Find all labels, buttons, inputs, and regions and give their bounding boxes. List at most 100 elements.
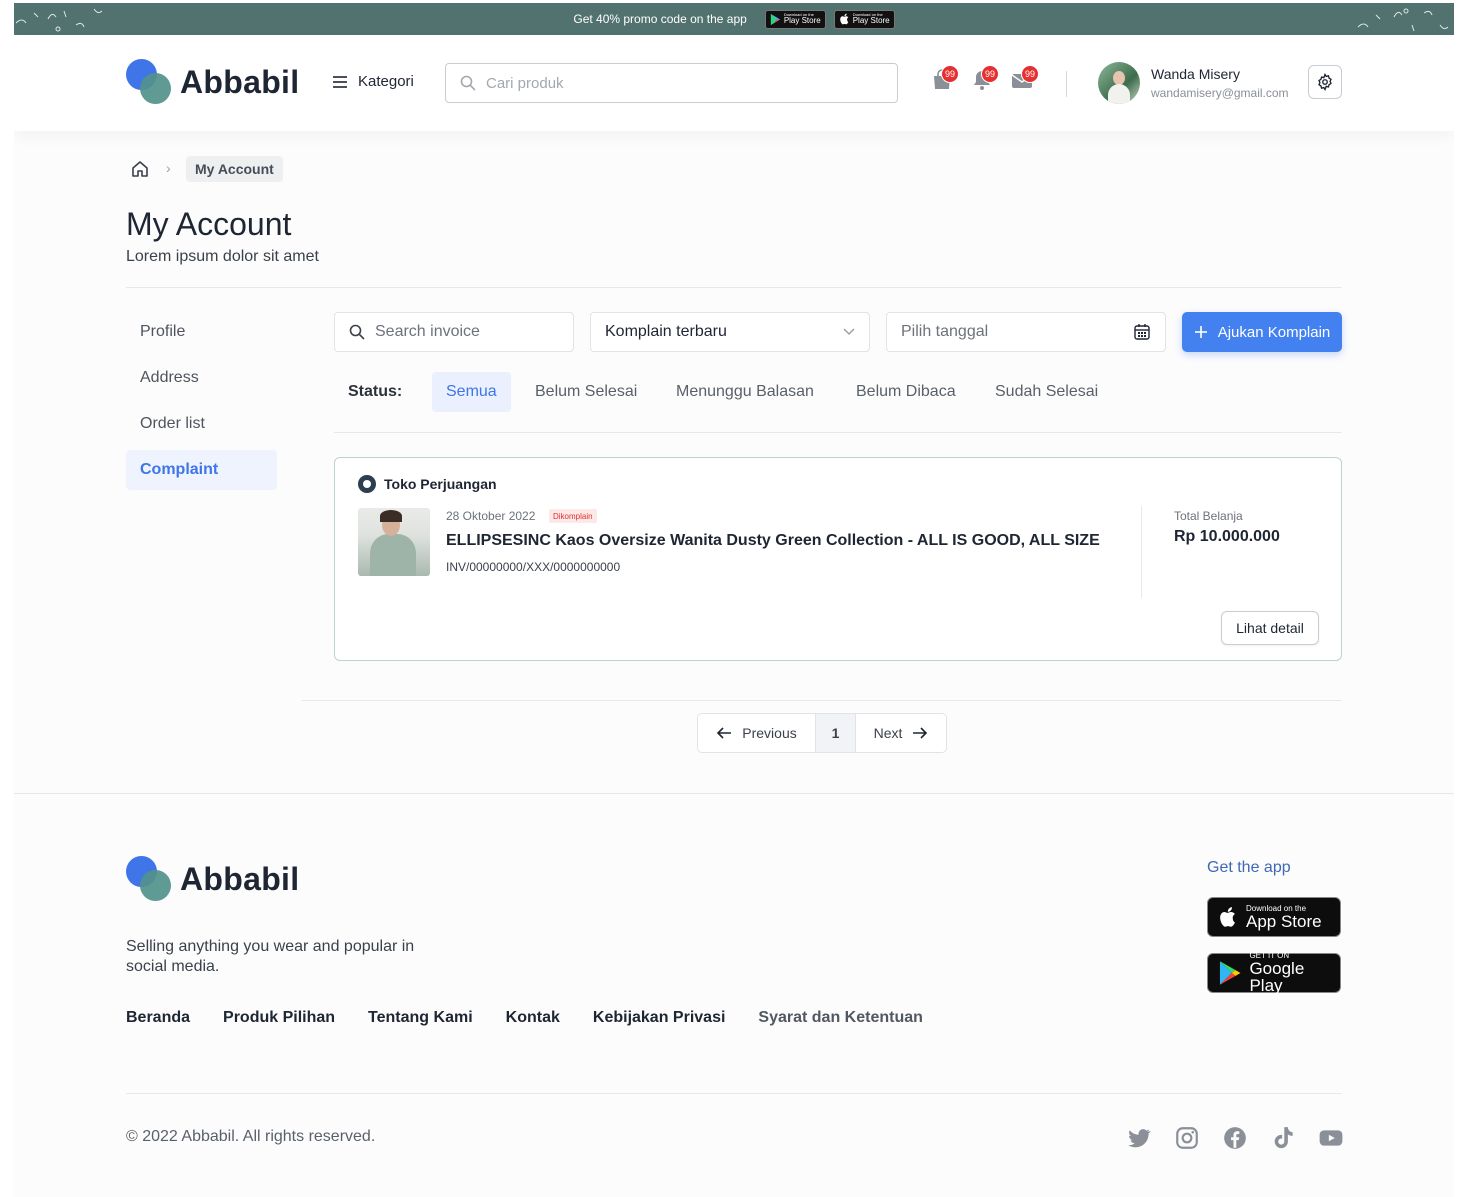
user-name: Wanda Misery [1151,66,1240,82]
footer-link-tentang-kami[interactable]: Tentang Kami [368,1009,473,1027]
product-name[interactable]: ELLIPSESINC Kaos Oversize Wanita Dusty G… [446,532,1100,550]
divider [302,700,1342,701]
complaint-card: Toko Perjuangan 28 Oktober 2022 Dikompla… [334,457,1342,661]
product-image[interactable] [358,508,430,576]
page: Get 40% promo code on the app Download o… [14,3,1454,1197]
sidebar-item-complaint[interactable]: Complaint [126,450,277,490]
arrow-right-icon [913,727,928,739]
apple-icon [1220,907,1235,927]
tab-belum-dibaca[interactable]: Belum Dibaca [842,372,970,412]
get-app-heading: Get the app [1207,859,1291,876]
divider [334,432,1342,433]
footer-link-beranda[interactable]: Beranda [126,1009,190,1027]
tab-sudah-selesai[interactable]: Sudah Selesai [981,372,1112,412]
shop-name[interactable]: Toko Perjuangan [358,475,497,493]
footer-link-produk-pilihan[interactable]: Produk Pilihan [223,1009,335,1027]
footer-tagline: Selling anything you wear and popular in… [126,938,415,975]
sidebar-item-profile[interactable]: Profile [126,312,277,352]
tiktok-icon[interactable] [1270,1125,1296,1151]
sort-select[interactable]: Komplain terbaru [590,312,870,352]
card-divider [1141,506,1142,598]
facebook-icon[interactable] [1222,1125,1248,1151]
twitter-icon[interactable] [1126,1125,1152,1151]
product-search[interactable] [445,63,898,103]
notification-button[interactable]: 99 [971,65,999,95]
tab-belum-selesai[interactable]: Belum Selesai [521,372,651,412]
copyright: © 2022 Abbabil. All rights reserved. [126,1128,376,1145]
kategori-label: Kategori [358,73,414,90]
badge-label: Play Store [783,16,821,25]
invoice-search[interactable] [334,312,574,352]
invoice-number: INV/00000000/XXX/0000000000 [446,560,621,574]
badge-label: Play Store [852,16,890,25]
breadcrumb-separator: › [166,160,171,176]
page-number[interactable]: 1 [816,714,856,752]
breadcrumb-current: My Account [186,156,283,182]
decoration-icon [1357,8,1449,32]
invoice-search-input[interactable] [375,323,555,341]
tab-semua[interactable]: Semua [432,372,511,412]
arrow-left-icon [717,727,732,739]
brand-name: Abbabil [180,63,300,100]
footer-link-kebijakan-privasi[interactable]: Kebijakan Privasi [593,1009,726,1027]
cart-button[interactable]: 99 [931,65,959,95]
date-picker[interactable]: Pilih tanggal [886,312,1166,352]
decoration-icon [15,8,103,32]
play-icon [770,13,780,25]
next-button[interactable]: Next [856,714,946,752]
plus-icon [1194,326,1207,338]
mail-button[interactable]: 99 [1011,65,1039,95]
app-store-label: App Store [1246,911,1322,931]
instagram-icon[interactable] [1174,1125,1200,1151]
google-play-icon [1219,961,1241,985]
product-search-input[interactable] [486,74,866,92]
kategori-menu[interactable]: Kategori [332,73,414,90]
shop-name-label: Toko Perjuangan [384,476,497,492]
calendar-icon [1134,324,1150,340]
footer-divider [126,1093,1342,1094]
promo-bar: Get 40% promo code on the app Download o… [14,3,1454,35]
page-title: My Account [126,206,292,242]
total-label: Total Belanja [1174,509,1243,523]
previous-label: Previous [742,725,797,741]
date-picker-placeholder: Pilih tanggal [901,323,989,340]
breadcrumb-home[interactable] [131,160,149,183]
view-detail-button[interactable]: Lihat detail [1221,611,1319,645]
gear-icon [1318,73,1332,91]
logo-mark-icon [126,59,172,105]
google-play-button[interactable]: GET IT ON Google Play [1207,952,1341,995]
apple-icon [839,13,848,25]
add-complaint-label: Ajukan Komplain [1217,323,1331,341]
search-icon [460,75,476,91]
footer-logo[interactable]: Abbabil [126,856,299,902]
next-label: Next [873,725,903,741]
app-store-button[interactable]: Download on the App Store [1207,897,1341,937]
google-play-label: Google Play [1249,959,1305,995]
avatar[interactable] [1098,62,1140,104]
notification-count-badge: 99 [981,65,999,83]
header-divider [1066,71,1067,97]
pagination: Previous 1 Next [697,713,947,753]
page-subtitle: Lorem ipsum dolor sit amet [126,248,319,265]
search-icon [349,324,365,340]
divider [126,287,1342,288]
logo[interactable]: Abbabil [126,59,299,105]
shop-icon [358,475,376,493]
apple-store-badge[interactable]: Download on the Play Store [833,9,895,29]
footer-link-kontak[interactable]: Kontak [506,1009,560,1027]
previous-button[interactable]: Previous [698,714,816,752]
footer-link-syarat-ketentuan[interactable]: Syarat dan Ketentuan [758,1009,922,1027]
add-complaint-button[interactable]: Ajukan Komplain [1182,312,1342,352]
sidebar-item-order-list[interactable]: Order list [126,404,277,444]
promo-text: Get 40% promo code on the app [573,12,747,26]
user-email: wandamisery@gmail.com [1151,86,1289,100]
tab-menunggu-balasan[interactable]: Menunggu Balasan [662,372,828,412]
footer-links: Beranda Produk Pilihan Tentang Kami Kont… [126,1009,923,1027]
youtube-icon[interactable] [1318,1125,1344,1151]
mail-count-badge: 99 [1021,65,1039,83]
total-value: Rp 10.000.000 [1174,528,1280,545]
sidebar-item-address[interactable]: Address [126,358,277,398]
settings-button[interactable] [1308,65,1342,99]
menu-icon [333,75,347,88]
play-store-badge[interactable]: Download on the Play Store [764,9,826,29]
